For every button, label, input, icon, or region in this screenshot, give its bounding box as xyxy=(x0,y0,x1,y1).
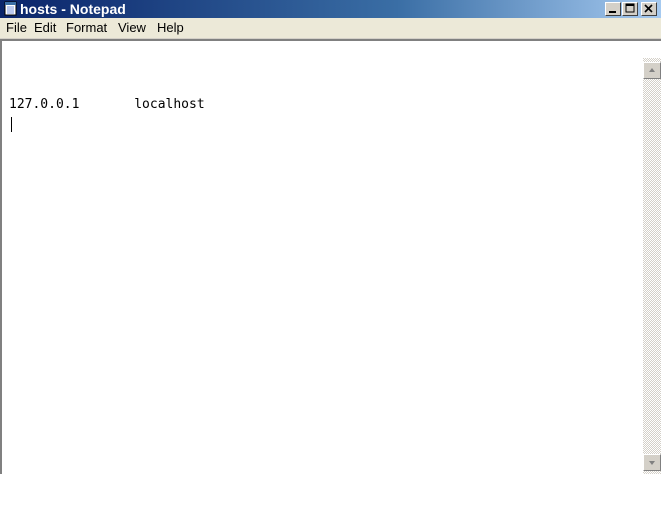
scroll-up-arrow-icon xyxy=(649,68,655,72)
scroll-down-arrow-icon xyxy=(649,461,655,465)
scroll-down-button[interactable] xyxy=(643,454,661,471)
notepad-icon xyxy=(3,1,18,16)
close-icon xyxy=(644,4,653,13)
vertical-scrollbar-track[interactable] xyxy=(643,58,661,474)
close-button[interactable] xyxy=(641,2,657,16)
editor-text[interactable]: 127.0.0.1 localhost xyxy=(9,97,639,517)
maximize-icon xyxy=(625,3,635,13)
window-title: hosts - Notepad xyxy=(20,1,126,17)
notepad-window: hosts - Notepad File Edit Format View He… xyxy=(0,0,661,474)
menu-format[interactable]: Format xyxy=(64,20,109,36)
title-bar[interactable]: hosts - Notepad xyxy=(0,0,661,18)
minimize-icon xyxy=(609,11,616,13)
minimize-button[interactable] xyxy=(605,2,621,16)
menu-bar: File Edit Format View Help xyxy=(0,18,661,38)
menu-file[interactable]: File xyxy=(4,20,29,36)
maximize-button[interactable] xyxy=(622,2,638,16)
menu-help[interactable]: Help xyxy=(155,20,186,36)
scroll-up-button[interactable] xyxy=(643,62,661,79)
menu-edit[interactable]: Edit xyxy=(32,20,58,36)
text-caret xyxy=(11,117,12,132)
menu-view[interactable]: View xyxy=(116,20,148,36)
